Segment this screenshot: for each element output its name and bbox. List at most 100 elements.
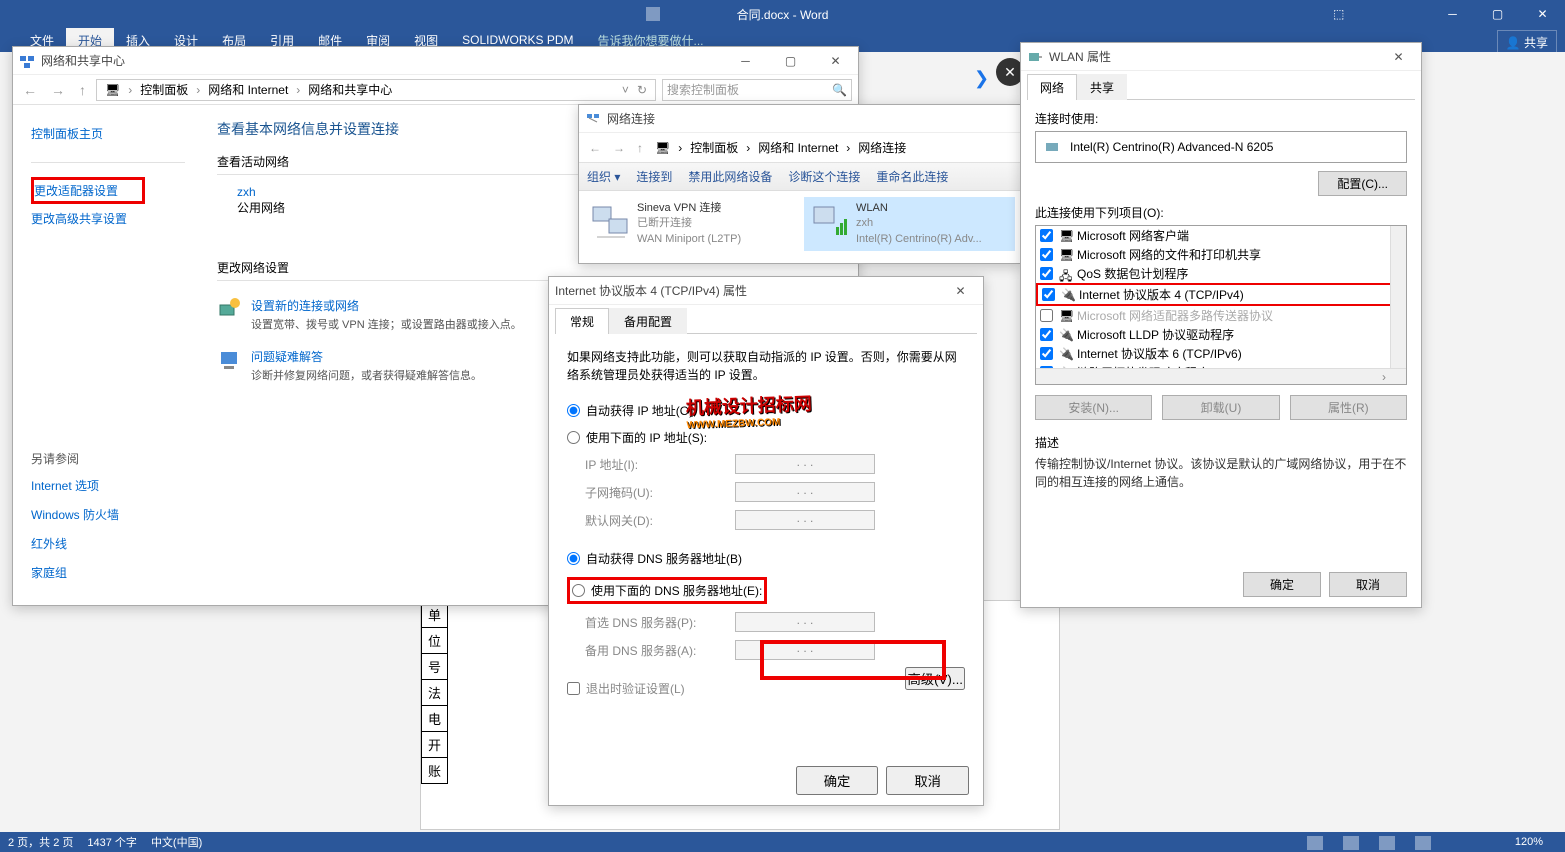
up-icon[interactable]: ↑ [633,141,647,155]
wlan-name: WLAN [856,201,982,216]
bc-cp[interactable]: 控制面板 [686,139,742,156]
word-count[interactable]: 1437 个字 [87,834,137,850]
page-info[interactable]: 2 页，共 2 页 [8,834,73,850]
w1-close[interactable]: ✕ [813,47,858,75]
tab-sharing[interactable]: 共享 [1077,74,1127,100]
organize-button[interactable]: 组织 ▾ [587,168,620,185]
tab-general[interactable]: 常规 [555,308,609,334]
advanced-button[interactable]: 高级(V)... [905,667,965,690]
w4-close[interactable]: ✕ [938,277,983,305]
sidebar-firewall[interactable]: Windows 防火墙 [31,500,119,529]
forward-icon[interactable]: → [609,141,629,155]
sidebar-ie-options[interactable]: Internet 选项 [31,471,119,500]
scrollbar-vertical[interactable] [1390,226,1406,368]
back-arrow-icon[interactable]: ← [19,82,41,98]
radio-auto-dns[interactable] [567,552,580,565]
ok-button[interactable]: 确定 [796,766,879,795]
minimize-button[interactable]: ─ [1430,0,1475,28]
bc-control-panel[interactable]: 控制面板 [136,81,192,98]
forward-arrow-icon[interactable]: → [47,82,69,98]
ok-button[interactable]: 确定 [1243,572,1321,597]
network-icon [585,111,601,127]
up-arrow-icon[interactable]: ↑ [75,82,90,98]
chk-multiplex[interactable] [1040,309,1053,322]
bc-sharing-center[interactable]: 网络和共享中心 [304,81,396,98]
radio-auto-ip[interactable] [567,404,580,417]
disable-button[interactable]: 禁用此网络设备 [688,168,772,185]
cancel-button[interactable]: 取消 [886,766,969,795]
chk-fileprint[interactable] [1040,248,1053,261]
validate-checkbox[interactable] [567,682,580,695]
radio-manual-dns[interactable] [572,584,585,597]
connection-vpn[interactable]: Sineva VPN 连接 已断开连接 WAN Miniport (L2TP) [585,197,796,251]
mask-input[interactable]: . . . [735,482,875,502]
w1-titlebar: 网络和共享中心 ─ ▢ ✕ [13,47,858,75]
connect-using-label: 连接时使用: [1035,110,1407,127]
w1-maximize[interactable]: ▢ [768,47,813,75]
sidebar-home[interactable]: 控制面板主页 [31,119,185,148]
scrollbar-horizontal[interactable]: › [1036,368,1406,384]
pdns-label: 首选 DNS 服务器(P): [585,614,735,631]
w3-close[interactable]: ✕ [1376,43,1421,71]
sidebar-infrared[interactable]: 红外线 [31,529,119,558]
cancel-button[interactable]: 取消 [1329,572,1407,597]
maximize-button[interactable]: ▢ [1475,0,1520,28]
ip-input[interactable]: . . . [735,454,875,474]
new-connection-link[interactable]: 设置新的连接或网络 [251,297,522,314]
view-mode-icons[interactable] [1307,836,1445,850]
troubleshoot-link[interactable]: 问题疑难解答 [251,348,482,365]
use-items-label: 此连接使用下列项目(O): [1035,204,1407,221]
back-icon[interactable]: ← [585,141,605,155]
radio-manual-ip[interactable] [567,431,580,444]
diagnose-button[interactable]: 诊断这个连接 [788,168,860,185]
adapter-field-icon [1044,138,1062,156]
item-ms-client: Microsoft 网络客户端 [1077,227,1189,244]
bc-net[interactable]: 网络和 Internet [754,139,842,156]
adns-input[interactable]: . . . [735,640,875,660]
gateway-input[interactable]: . . . [735,510,875,530]
install-button[interactable]: 安装(N)... [1035,395,1152,420]
sidebar-adv-sharing[interactable]: 更改高级共享设置 [31,204,185,233]
w4-titlebar: Internet 协议版本 4 (TCP/IPv4) 属性 ✕ [549,277,983,305]
chk-qos[interactable] [1040,267,1053,280]
chk-ipv4[interactable] [1042,288,1055,301]
pdns-input[interactable]: . . . [735,612,875,632]
chk-ms-client[interactable] [1040,229,1053,242]
word-icon [646,7,660,21]
protocol-list[interactable]: 🖥Microsoft 网络客户端 🖥Microsoft 网络的文件和打印机共享 … [1035,225,1407,385]
w1-minimize[interactable]: ─ [723,47,768,75]
cell: 法 [422,680,448,706]
zoom[interactable]: 120% [1515,836,1543,848]
sidebar-homegroup[interactable]: 家庭组 [31,558,119,587]
uninstall-button[interactable]: 卸载(U) [1162,395,1279,420]
word-titlebar: 合同.docx - Word ⬚ ─ ▢ ✕ [0,0,1565,28]
manual-dns-label: 使用下面的 DNS 服务器地址(E): [591,582,762,599]
connect-button[interactable]: 连接到 [636,168,672,185]
properties-button[interactable]: 属性(R) [1290,395,1407,420]
next-arrow-icon[interactable]: ❯ [974,68,989,89]
search-input[interactable]: 搜索控制面板🔍 [662,79,852,101]
sidebar-change-adapter[interactable]: 更改适配器设置 [31,177,145,204]
ribbon-display-icon[interactable]: ⬚ [1333,7,1344,21]
close-button[interactable]: ✕ [1520,0,1565,28]
item-lldp: Microsoft LLDP 协议驱动程序 [1077,326,1234,343]
cell: 位 [422,628,448,654]
chk-ipv6[interactable] [1040,347,1053,360]
chk-lldp[interactable] [1040,328,1053,341]
bc-network-internet[interactable]: 网络和 Internet [204,81,292,98]
connection-wlan[interactable]: WLAN zxh Intel(R) Centrino(R) Adv... [804,197,1015,251]
new-connection-desc: 设置宽带、拨号或 VPN 连接；或设置路由器或接入点。 [251,316,522,332]
adapter-icon [1027,49,1043,65]
bc-nc[interactable]: 网络连接 [854,139,910,156]
w1-navbar: ← → ↑ 🖥› 控制面板› 网络和 Internet› 网络和共享中心 ˅↻ … [13,75,858,105]
rename-button[interactable]: 重命名此连接 [876,168,948,185]
protocol-icon: 🔌 [1059,347,1073,361]
tab-alternate[interactable]: 备用配置 [609,308,687,334]
vpn-device: WAN Miniport (L2TP) [637,232,741,247]
breadcrumb[interactable]: 🖥› 控制面板› 网络和 Internet› 网络和共享中心 ˅↻ [96,79,656,101]
tab-network[interactable]: 网络 [1027,74,1077,100]
breadcrumb[interactable]: 🖥› 控制面板› 网络和 Internet› 网络连接 [651,139,910,156]
info-text: 如果网络支持此功能，则可以获取自动指派的 IP 设置。否则，你需要从网络系统管理… [567,348,965,384]
configure-button[interactable]: 配置(C)... [1318,171,1407,196]
language[interactable]: 中文(中国) [151,834,202,850]
